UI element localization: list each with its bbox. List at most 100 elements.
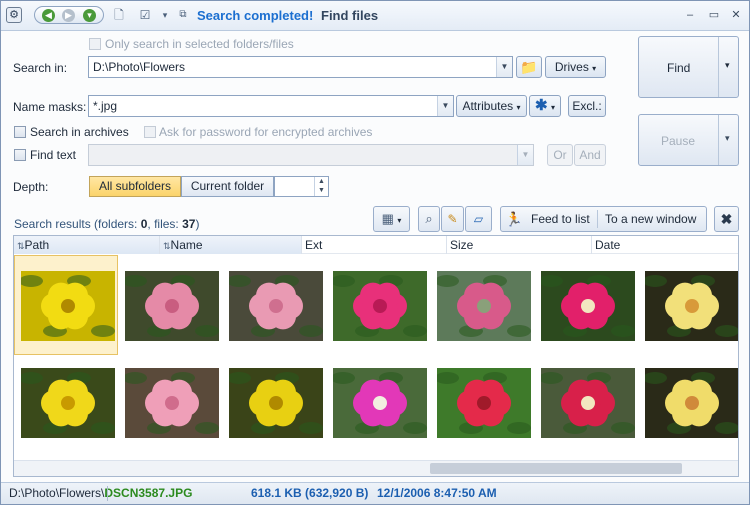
chevron-down-icon: ▾: [550, 103, 555, 112]
thumbnail-item[interactable]: [118, 352, 222, 452]
and-button[interactable]: And: [574, 144, 606, 166]
thumbnail-item[interactable]: [638, 352, 738, 452]
view-mode-button[interactable]: ▦ ▾: [373, 206, 410, 232]
thumbnail-item[interactable]: [534, 352, 638, 452]
status-file-size: 618.1 KB (632,920 B): [251, 486, 369, 500]
column-header-date[interactable]: Date: [592, 236, 738, 254]
forward-icon[interactable]: ▶: [62, 9, 75, 22]
edit-button[interactable]: ✎: [441, 206, 464, 232]
chevron-down-icon: ▾: [592, 64, 597, 73]
thumbnail-image: [437, 368, 531, 438]
find-button[interactable]: Find ▾: [638, 36, 739, 98]
thumbnail-item[interactable]: [14, 352, 118, 452]
depth-spinner[interactable]: ▲ ▼: [274, 176, 329, 197]
new-search-icon[interactable]: 🗋: [111, 7, 127, 23]
thumbnail-item[interactable]: [222, 255, 326, 355]
panel-icon: ▱: [473, 212, 484, 226]
thumbnail-image: [541, 271, 635, 341]
quick-access-dropdown-icon[interactable]: ▾: [157, 7, 173, 23]
sort-icon: ⇅: [17, 241, 25, 251]
pause-options-chevron-icon[interactable]: ▾: [725, 133, 730, 144]
column-header-ext[interactable]: Ext: [302, 236, 447, 254]
find-text-combobox[interactable]: ▼: [88, 144, 534, 166]
find-options-chevron-icon[interactable]: ▾: [725, 60, 730, 71]
thumbnail-item[interactable]: [534, 255, 638, 355]
magnifier-icon: ⌕: [425, 211, 433, 226]
search-in-value: D:\Photo\Flowers: [93, 60, 186, 74]
open-in-panel-button[interactable]: ▱: [465, 206, 492, 232]
horizontal-scrollbar[interactable]: [14, 460, 738, 476]
thumbnail-item[interactable]: [326, 352, 430, 452]
only-selected-label: Only search in selected folders/files: [105, 37, 294, 51]
thumbnail-view-icon: ▦: [381, 211, 394, 226]
sort-icon: ⇅: [163, 241, 171, 251]
spinner-arrows-icon[interactable]: ▲ ▼: [314, 177, 328, 196]
search-in-label: Search in:: [13, 61, 68, 75]
wildcard-button[interactable]: ✱ ▾: [529, 95, 561, 117]
maximize-button[interactable]: ▭: [707, 9, 721, 21]
feed-to-list-button[interactable]: Feed to list: [531, 207, 590, 231]
thumbnail-item[interactable]: [118, 255, 222, 355]
window-app-title: Find files: [321, 8, 379, 23]
thumbnail-image: [333, 368, 427, 438]
status-folder: D:\Photo\Flowers\: [9, 486, 105, 500]
column-header-name[interactable]: ⇅Name: [160, 236, 302, 254]
find-text-checkbox[interactable]: [14, 149, 26, 161]
thumbnail-item[interactable]: [638, 255, 738, 355]
column-name-label: Name: [170, 238, 203, 252]
chevron-down-icon: ▾: [397, 216, 402, 225]
thumbnail-item[interactable]: [14, 255, 118, 355]
back-icon[interactable]: ◀: [42, 9, 55, 22]
close-button[interactable]: ✕: [729, 9, 743, 21]
search-in-dropdown-icon[interactable]: ▼: [496, 57, 512, 77]
browse-folder-button[interactable]: 📁: [516, 56, 542, 78]
new-window-button[interactable]: To a new window: [605, 207, 696, 231]
attributes-button[interactable]: Attributes ▾: [456, 95, 527, 117]
name-masks-dropdown-icon[interactable]: ▼: [437, 96, 453, 116]
scrollbar-thumb[interactable]: [430, 463, 682, 474]
search-in-combobox[interactable]: D:\Photo\Flowers ▼: [88, 56, 513, 78]
name-masks-combobox[interactable]: *.jpg ▼: [88, 95, 454, 117]
ask-password-label: Ask for password for encrypted archives: [159, 125, 373, 139]
or-button[interactable]: Or: [547, 144, 573, 166]
thumbnail-item[interactable]: [222, 352, 326, 452]
depth-all-subfolders-option[interactable]: All subfolders: [89, 176, 181, 197]
preview-button[interactable]: ⌕: [418, 206, 440, 232]
status-bar: D:\Photo\Flowers\DSCN3587.JPG 618.1 KB (…: [1, 482, 749, 504]
column-header-path[interactable]: ⇅Path: [14, 236, 160, 254]
thumbnail-item[interactable]: [326, 255, 430, 355]
feed-actions-group: 🏃 Feed to list To a new window: [500, 206, 707, 232]
name-masks-label: Name masks:: [13, 100, 87, 114]
ask-password-checkbox[interactable]: [144, 126, 156, 138]
results-mid: , files:: [147, 217, 183, 231]
depth-label: Depth:: [13, 180, 49, 194]
find-text-dropdown-icon[interactable]: ▼: [517, 145, 533, 165]
thumbnail-image: [645, 271, 738, 341]
results-prefix: Search results (folders:: [14, 217, 141, 231]
exclude-button[interactable]: Excl.:: [568, 95, 606, 117]
search-results-summary: Search results (folders: 0, files: 37): [14, 217, 199, 231]
window-status-title: Search completed!: [197, 8, 314, 23]
customize-icon[interactable]: ⧉: [175, 7, 191, 23]
thumbnail-item[interactable]: [430, 352, 534, 452]
close-x-icon: ✖: [720, 211, 733, 227]
clear-results-button[interactable]: ✖: [714, 206, 739, 232]
only-selected-checkbox[interactable]: [89, 38, 101, 50]
search-archives-checkbox[interactable]: [14, 126, 26, 138]
history-dropdown-icon[interactable]: ▾: [83, 9, 96, 22]
column-header-size[interactable]: Size: [447, 236, 592, 254]
thumbnail-item[interactable]: [430, 255, 534, 355]
search-archives-label: Search in archives: [30, 125, 129, 139]
thumbnail-image: [229, 271, 323, 341]
title-bar: ⚙ ◀ ▶ ▾ 🗋 ☑ ▾ ⧉ Search completed! Find f…: [1, 1, 749, 31]
results-list[interactable]: ⇅Path ⇅Name Ext Size Date: [13, 235, 739, 477]
thumbnail-image: [21, 368, 115, 438]
minimize-button[interactable]: –: [683, 9, 697, 21]
pause-button[interactable]: Pause ▾: [638, 114, 739, 166]
pause-label: Pause: [661, 134, 696, 148]
button-divider: [597, 210, 598, 228]
app-icon[interactable]: ⚙: [6, 7, 22, 23]
depth-current-folder-option[interactable]: Current folder: [181, 176, 274, 197]
drives-button[interactable]: Drives ▾: [545, 56, 606, 78]
checklist-icon[interactable]: ☑: [137, 7, 153, 23]
